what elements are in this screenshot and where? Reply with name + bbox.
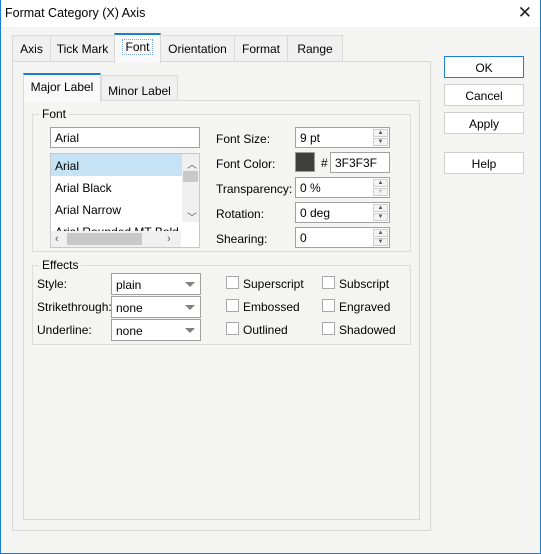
tab-font[interactable]: Font — [114, 33, 161, 63]
font-color-label: Font Color: — [216, 157, 276, 171]
horizontal-scroll-thumb[interactable] — [67, 233, 142, 245]
rotation-spinner[interactable]: 0 deg ▲ ▼ — [295, 202, 390, 223]
cancel-button[interactable]: Cancel — [444, 84, 524, 106]
tab-label: Range — [297, 42, 333, 56]
spin-up-icon[interactable]: ▲ — [373, 229, 388, 237]
shadowed-checkbox[interactable] — [322, 322, 335, 335]
shearing-spinner[interactable]: 0 ▲ ▼ — [295, 227, 390, 248]
superscript-label: Superscript — [243, 277, 304, 291]
spin-up-icon[interactable]: ▲ — [373, 204, 388, 212]
strikethrough-value: none — [116, 301, 143, 315]
tab-axis[interactable]: Axis — [12, 35, 51, 62]
transparency-value: 0 % — [300, 181, 321, 195]
outlined-label: Outlined — [243, 323, 288, 337]
embossed-checkbox[interactable] — [226, 299, 239, 312]
horizontal-scrollbar[interactable]: ‹ › — [51, 231, 181, 247]
tab-label: Axis — [20, 42, 43, 56]
underline-value: none — [116, 324, 143, 338]
subscript-checkbox[interactable] — [322, 276, 335, 289]
ok-button[interactable]: OK — [444, 56, 524, 78]
scroll-up-icon[interactable]: ︿ — [187, 156, 197, 171]
superscript-checkbox[interactable] — [226, 276, 239, 289]
chevron-down-icon — [185, 328, 195, 333]
font-size-label: Font Size: — [216, 132, 271, 146]
effects-group: Effects Style: plain Strikethrough: none… — [32, 258, 411, 345]
tab-range[interactable]: Range — [287, 35, 343, 62]
tab-label: Tick Mark — [56, 42, 109, 56]
scroll-left-icon[interactable]: ‹ — [55, 233, 59, 245]
underline-dropdown[interactable]: none — [111, 319, 201, 341]
font-list-item[interactable]: Arial Black — [51, 176, 199, 198]
vertical-scrollbar[interactable]: ︿ ﹀ — [182, 154, 199, 224]
title-bar: Format Category (X) Axis ✕ — [1, 0, 540, 27]
scroll-right-icon[interactable]: › — [167, 233, 171, 245]
spin-down-icon[interactable]: ▼ — [373, 213, 388, 221]
font-list-item[interactable]: Arial Narrow — [51, 198, 199, 220]
subscript-label: Subscript — [339, 277, 390, 291]
apply-button[interactable]: Apply — [444, 112, 524, 134]
tab-label: Format — [241, 42, 280, 56]
close-icon[interactable]: ✕ — [518, 3, 532, 23]
transparency-spinner[interactable]: 0 % ▲ ▼ — [295, 177, 390, 198]
spin-up-icon[interactable]: ▲ — [373, 129, 388, 137]
font-list-item[interactable]: Arial — [51, 154, 182, 176]
window-title: Format Category (X) Axis — [5, 6, 146, 20]
spinner-buttons: ▲ ▼ — [373, 204, 388, 221]
font-name-input[interactable]: Arial — [50, 127, 200, 148]
style-dropdown[interactable]: plain — [111, 273, 201, 295]
spin-down-icon[interactable]: ▼ — [373, 188, 388, 196]
subtab-label: Major Label — [30, 80, 94, 94]
vertical-scroll-thumb[interactable] — [183, 171, 198, 182]
style-value: plain — [116, 278, 142, 292]
font-group-legend: Font — [39, 107, 70, 121]
font-size-value: 9 pt — [300, 131, 321, 145]
rotation-value: 0 deg — [300, 206, 331, 220]
font-list-item[interactable]: Arial Rounded MT Bold — [51, 220, 199, 239]
tab-label: Font — [122, 39, 153, 55]
font-tab-panel: Major Label Minor Label Font Arial Arial… — [12, 61, 431, 531]
effects-group-legend: Effects — [39, 258, 82, 272]
shearing-label: Shearing: — [216, 232, 268, 246]
rotation-label: Rotation: — [216, 207, 265, 221]
engraved-checkbox[interactable] — [322, 299, 335, 312]
spinner-buttons: ▲ ▼ — [373, 229, 388, 246]
font-group: Font Arial Arial Arial Black Arial Narro… — [32, 107, 411, 252]
engraved-label: Engraved — [339, 300, 391, 314]
embossed-label: Embossed — [243, 300, 300, 314]
tab-tick-mark[interactable]: Tick Mark — [50, 35, 115, 62]
subtab-major-label[interactable]: Major Label — [23, 73, 101, 102]
strikethrough-label: Strikethrough: — [37, 300, 112, 314]
subtab-minor-label[interactable]: Minor Label — [101, 75, 178, 101]
font-color-swatch[interactable] — [295, 152, 315, 172]
spinner-buttons: ▲ ▼ — [373, 179, 388, 196]
help-button[interactable]: Help — [444, 152, 524, 174]
shearing-value: 0 — [300, 231, 307, 245]
tab-format[interactable]: Format — [234, 35, 288, 62]
spin-down-icon[interactable]: ▼ — [373, 138, 388, 146]
spin-up-icon[interactable]: ▲ — [373, 179, 388, 187]
spin-down-icon[interactable]: ▼ — [373, 238, 388, 246]
font-size-spinner[interactable]: 9 pt ▲ ▼ — [295, 127, 390, 148]
tab-orientation[interactable]: Orientation — [160, 35, 235, 62]
tab-label: Orientation — [168, 42, 227, 56]
scroll-corner — [182, 230, 199, 247]
font-color-hex-input[interactable]: 3F3F3F — [330, 152, 390, 173]
major-label-panel: Font Arial Arial Arial Black Arial Narro… — [23, 100, 420, 520]
style-label: Style: — [37, 277, 68, 291]
strikethrough-dropdown[interactable]: none — [111, 296, 201, 318]
chevron-down-icon — [185, 282, 195, 287]
font-list[interactable]: Arial Arial Black Arial Narrow Arial Rou… — [50, 153, 200, 248]
outlined-checkbox[interactable] — [226, 322, 239, 335]
spinner-buttons: ▲ ▼ — [373, 129, 388, 146]
dialog-window: Format Category (X) Axis ✕ Axis Tick Mar… — [0, 0, 541, 554]
hash-label: # — [321, 156, 328, 170]
shadowed-label: Shadowed — [339, 323, 396, 337]
transparency-label: Transparency: — [216, 182, 293, 196]
scroll-down-icon[interactable]: ﹀ — [187, 209, 197, 224]
underline-label: Underline: — [37, 323, 92, 337]
subtab-label: Minor Label — [108, 84, 171, 98]
chevron-down-icon — [185, 305, 195, 310]
